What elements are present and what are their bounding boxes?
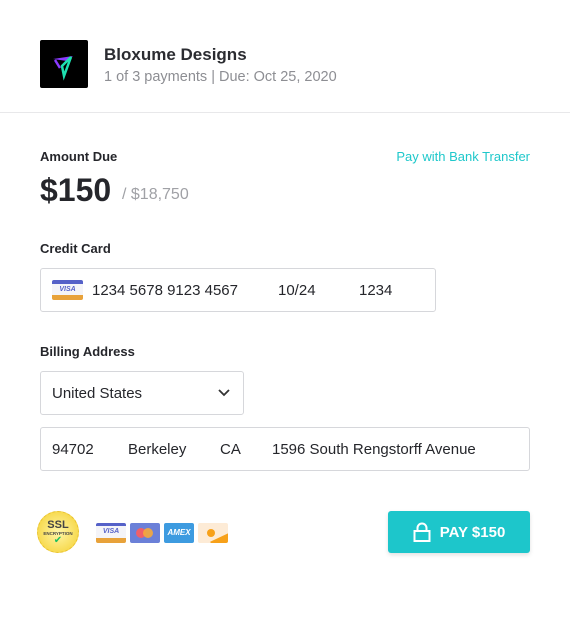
merchant-logo	[40, 40, 88, 88]
mastercard-icon	[130, 523, 160, 543]
divider	[0, 112, 570, 113]
visa-icon: VISA	[96, 523, 126, 543]
payment-subtitle: 1 of 3 payments | Due: Oct 25, 2020	[104, 69, 337, 85]
card-cvc[interactable]: 1234	[359, 282, 392, 299]
discover-icon	[198, 523, 228, 543]
address-input[interactable]: 94702 Berkeley CA 1596 South Rengstorff …	[40, 427, 530, 471]
check-icon: ✔	[53, 535, 63, 546]
credit-card-label: Credit Card	[40, 241, 111, 256]
chevron-down-icon	[218, 389, 230, 397]
pay-bank-transfer-link[interactable]: Pay with Bank Transfer	[396, 149, 530, 164]
country-value: United States	[52, 385, 143, 402]
card-number[interactable]: 1234 5678 9123 4567	[92, 282, 238, 299]
amount-due-value: $150	[40, 172, 112, 208]
lock-icon	[413, 522, 431, 542]
billing-address-label: Billing Address	[40, 344, 135, 359]
pay-button[interactable]: PAY $150	[388, 511, 530, 553]
card-expiry[interactable]: 10/24	[278, 282, 316, 299]
amount-total: / $18,750	[122, 186, 189, 203]
merchant-name: Bloxume Designs	[104, 45, 247, 64]
credit-card-input[interactable]: VISA 1234 5678 9123 4567 10/24 1234	[40, 268, 436, 312]
pay-button-label: PAY $150	[439, 523, 506, 541]
state-field[interactable]: CA	[220, 441, 241, 458]
city-field[interactable]: Berkeley	[128, 441, 186, 458]
ssl-badge: SSL ENCRYPTION ✔	[37, 511, 79, 553]
country-select[interactable]: United States	[40, 371, 244, 415]
street-field[interactable]: 1596 South Rengstorff Avenue	[272, 441, 476, 458]
visa-card-icon: VISA	[52, 280, 83, 300]
amex-icon: AMEX	[164, 523, 194, 543]
zip-field[interactable]: 94702	[52, 441, 94, 458]
amount-due-label: Amount Due	[40, 149, 118, 164]
